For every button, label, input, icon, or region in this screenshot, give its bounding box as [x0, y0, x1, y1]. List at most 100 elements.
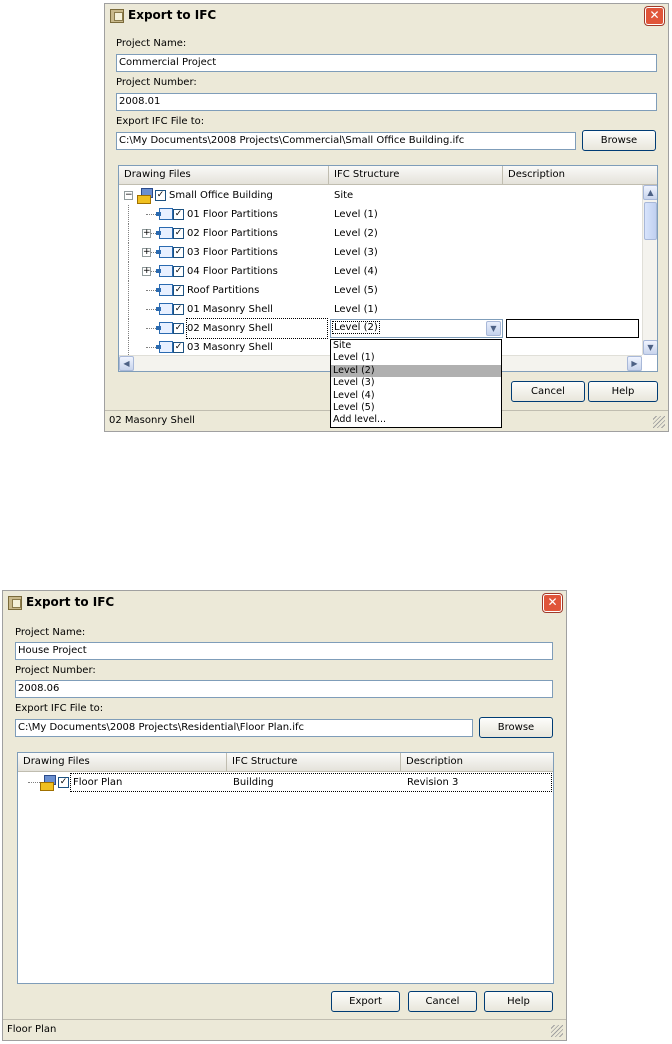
tree-connector [128, 319, 129, 338]
description-edit-field[interactable] [506, 319, 639, 338]
column-header-drawing-files[interactable]: Drawing Files [18, 753, 227, 772]
include-checkbox[interactable]: ✓ [155, 190, 166, 201]
drawing-name: 02 Floor Partitions [187, 228, 278, 239]
include-checkbox[interactable]: ✓ [173, 342, 184, 353]
drawing-name: 04 Floor Partitions [187, 266, 278, 277]
tree-row[interactable]: + ✓ 02 Floor Partitions Level (2) [119, 224, 642, 243]
cancel-button[interactable]: Cancel [408, 991, 477, 1012]
help-button[interactable]: Help [484, 991, 553, 1012]
dwg-file-icon [137, 188, 153, 204]
scroll-down-icon[interactable]: ▼ [643, 340, 657, 355]
expand-icon[interactable]: + [142, 267, 151, 276]
drawing-files-tree[interactable]: Drawing Files IFC Structure Description … [17, 752, 554, 984]
column-header-description[interactable]: Description [503, 166, 657, 185]
tree-connector [128, 224, 129, 243]
xref-icon [156, 208, 173, 220]
expand-icon[interactable]: + [142, 229, 151, 238]
ifc-structure-value[interactable]: Level (2) [334, 224, 378, 243]
export-file-path-field[interactable]: C:\My Documents\2008 Projects\Commercial… [116, 132, 576, 150]
drawing-name: 01 Masonry Shell [187, 304, 273, 315]
project-number-field[interactable]: 2008.01 [116, 93, 657, 111]
ifc-structure-value[interactable]: Level (1) [334, 205, 378, 224]
app-icon [8, 596, 22, 610]
tree-row[interactable]: ✓ 01 Masonry Shell Level (1) [119, 300, 642, 319]
drawing-name: 03 Floor Partitions [187, 247, 278, 258]
include-checkbox[interactable]: ✓ [173, 304, 184, 315]
dropdown-option[interactable]: Level (3) [331, 377, 501, 389]
help-button[interactable]: Help [588, 381, 658, 402]
export-file-path-field[interactable]: C:\My Documents\2008 Projects\Residentia… [15, 719, 473, 737]
chevron-down-icon[interactable]: ▼ [486, 321, 501, 336]
collapse-icon[interactable]: − [124, 191, 133, 200]
expand-icon[interactable]: + [142, 248, 151, 257]
tree-connector [128, 281, 129, 300]
project-name-label: Project Name: [116, 38, 187, 49]
export-file-label: Export IFC File to: [15, 703, 104, 714]
project-number-field[interactable]: 2008.06 [15, 680, 553, 698]
ifc-structure-value[interactable]: Building [233, 773, 274, 792]
ifc-structure-combo[interactable]: Level (2) ▼ [330, 319, 503, 338]
include-checkbox[interactable]: ✓ [173, 247, 184, 258]
scroll-thumb[interactable] [644, 202, 657, 240]
title-bar[interactable]: Export to IFC ✕ [105, 4, 668, 28]
vertical-scrollbar[interactable]: ▲ ▼ [642, 185, 657, 355]
column-header-ifc-structure[interactable]: IFC Structure [329, 166, 503, 185]
browse-button[interactable]: Browse [582, 130, 656, 151]
project-name-field[interactable]: House Project [15, 642, 553, 660]
dropdown-option[interactable]: Level (2) [331, 364, 501, 378]
drawing-name: 01 Floor Partitions [187, 209, 278, 220]
ifc-structure-value[interactable]: Site [334, 186, 353, 205]
cancel-button[interactable]: Cancel [511, 381, 585, 402]
export-file-label: Export IFC File to: [116, 116, 205, 127]
dropdown-option[interactable]: Level (1) [331, 352, 501, 364]
column-header-description[interactable]: Description [401, 753, 553, 772]
xref-icon [156, 265, 173, 277]
include-checkbox[interactable]: ✓ [173, 285, 184, 296]
xref-icon [156, 322, 173, 334]
ifc-structure-value[interactable]: Level (3) [334, 243, 378, 262]
close-icon[interactable]: ✕ [543, 594, 562, 612]
include-checkbox[interactable]: ✓ [58, 777, 69, 788]
column-header-drawing-files[interactable]: Drawing Files [119, 166, 329, 185]
tree-row-floor-plan[interactable]: ✓ Floor Plan Building Revision 3 [18, 773, 553, 792]
scroll-left-icon[interactable]: ◀ [119, 356, 134, 371]
scroll-up-icon[interactable]: ▲ [643, 185, 657, 200]
scroll-right-icon[interactable]: ▶ [627, 356, 642, 371]
drawing-name: Floor Plan [73, 777, 123, 788]
tree-row[interactable]: ✓ 01 Floor Partitions Level (1) [119, 205, 642, 224]
dropdown-option[interactable]: Add level... [331, 414, 501, 426]
dropdown-option[interactable]: Site [331, 340, 501, 352]
status-text: 02 Masonry Shell [109, 415, 195, 426]
column-header-ifc-structure[interactable]: IFC Structure [227, 753, 401, 772]
tree-row[interactable]: + ✓ 04 Floor Partitions Level (4) [119, 262, 642, 281]
resize-grip-icon[interactable] [551, 1025, 563, 1037]
export-button[interactable]: Export [331, 991, 400, 1012]
ifc-structure-value[interactable]: Level (5) [334, 281, 378, 300]
tree-row[interactable]: + ✓ 03 Floor Partitions Level (3) [119, 243, 642, 262]
include-checkbox[interactable]: ✓ [173, 266, 184, 277]
include-checkbox[interactable]: ✓ [173, 323, 184, 334]
include-checkbox[interactable]: ✓ [173, 209, 184, 220]
tree-row[interactable]: ✓ Roof Partitions Level (5) [119, 281, 642, 300]
ifc-structure-dropdown-list[interactable]: Site Level (1) Level (2) Level (3) Level (4)… [330, 339, 502, 428]
tree-row[interactable]: − ✓ Small Office Building Site [119, 186, 642, 205]
project-name-field[interactable]: Commercial Project [116, 54, 657, 72]
dropdown-option[interactable]: Level (4) [331, 390, 501, 402]
drawing-name: Roof Partitions [187, 285, 260, 296]
dropdown-option[interactable]: Level (5) [331, 402, 501, 414]
description-value[interactable]: Revision 3 [407, 773, 458, 792]
ifc-structure-value[interactable]: Level (1) [334, 300, 378, 319]
project-number-label: Project Number: [116, 77, 197, 88]
tree-connector [128, 300, 129, 319]
browse-button[interactable]: Browse [479, 717, 553, 738]
export-ifc-dialog-house: Export to IFC ✕ Project Name: House Proj… [2, 590, 567, 1041]
include-checkbox[interactable]: ✓ [173, 228, 184, 239]
close-icon[interactable]: ✕ [645, 7, 664, 25]
resize-grip-icon[interactable] [653, 416, 665, 428]
ifc-structure-value[interactable]: Level (4) [334, 262, 378, 281]
title-bar[interactable]: Export to IFC ✕ [3, 591, 566, 615]
xref-icon [156, 341, 173, 353]
status-bar: Floor Plan [3, 1019, 566, 1040]
tree-header: Drawing Files IFC Structure Description [119, 166, 657, 185]
tree-connector [146, 214, 156, 215]
